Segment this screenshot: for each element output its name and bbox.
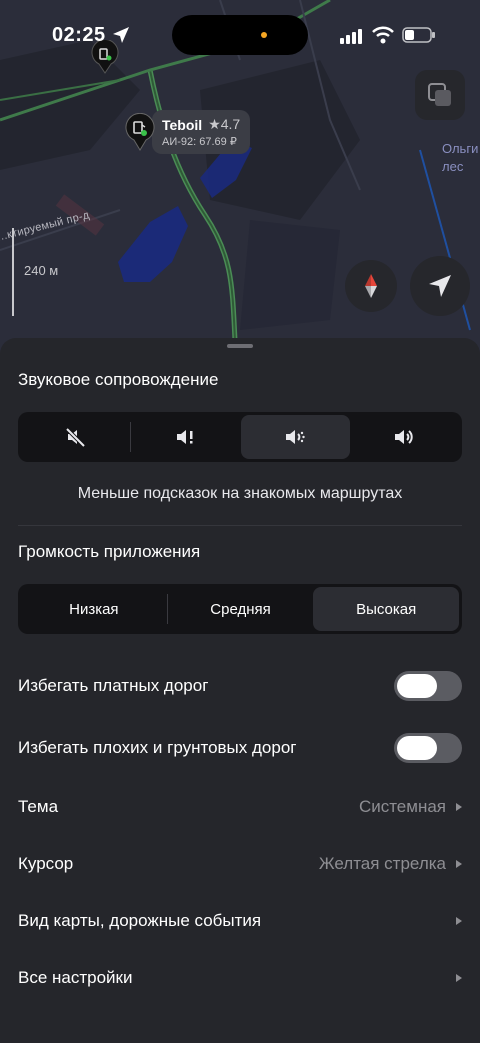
sound-reduced-option[interactable]	[240, 415, 350, 459]
sound-mode-hint: Меньше подсказок на знакомых маршрутах	[77, 485, 403, 502]
signal-icon	[340, 29, 362, 44]
compass-icon	[365, 274, 377, 298]
scale-label: 240 м	[24, 263, 59, 278]
place-label: Ольги лес	[442, 140, 478, 176]
sound-mode-segmented-control	[18, 412, 462, 462]
all-settings-row[interactable]: Все настройки	[18, 958, 462, 998]
dynamic-island	[172, 15, 308, 55]
sound-full-option[interactable]	[350, 415, 459, 459]
poi-card[interactable]: Teboil ★4.7 АИ-92: 67.69 ₽	[124, 110, 251, 154]
poi-card-body: Teboil ★4.7 АИ-92: 67.69 ₽	[152, 110, 251, 154]
avoid-bad-roads-toggle[interactable]	[394, 733, 462, 763]
volume-low-option[interactable]: Низкая	[21, 587, 167, 631]
scale-bar	[12, 228, 14, 316]
sound-reduced-icon	[286, 430, 305, 444]
cursor-value: Желтая стрелка	[318, 854, 446, 873]
status-time: 02:25	[52, 24, 106, 46]
gas-station-icon	[124, 112, 156, 151]
place-label-line1: Ольги	[442, 141, 479, 156]
volume-medium-option[interactable]: Средняя	[168, 587, 314, 631]
sound-off-icon	[65, 427, 86, 448]
status-bar: 02:25	[0, 0, 480, 70]
sound-important-icon	[176, 430, 193, 444]
poi-name: Teboil	[162, 116, 203, 133]
layers-button[interactable]	[415, 70, 465, 120]
chevron-right-icon	[456, 860, 462, 868]
volume-segmented-control: Низкая Средняя Высокая	[18, 584, 462, 634]
sound-important-option[interactable]	[131, 415, 240, 459]
volume-high-option[interactable]: Высокая	[313, 587, 460, 631]
battery-icon	[402, 27, 435, 43]
theme-label: Тема	[18, 797, 59, 816]
settings-sheet: Звуковое сопровождение Меньше подсказок …	[0, 338, 480, 1043]
theme-row[interactable]: Тема Системная	[18, 787, 462, 827]
cursor-label: Курсор	[18, 854, 74, 873]
sound-off-option[interactable]	[21, 415, 130, 459]
wifi-icon	[372, 26, 394, 44]
poi-price: АИ-92: 67.69 ₽	[162, 136, 237, 148]
location-arrow-icon	[113, 27, 129, 43]
avoid-toll-roads-toggle[interactable]	[394, 671, 462, 701]
toggle-knob	[397, 674, 437, 698]
compass-button[interactable]	[345, 260, 397, 312]
navigation-arrow-icon	[429, 275, 451, 297]
chevron-right-icon	[456, 917, 462, 925]
avoid-bad-roads-row: Избегать плохих и грунтовых дорог	[18, 728, 462, 768]
sheet-grabber[interactable]	[227, 344, 253, 348]
sound-title: Звуковое сопровождение	[18, 370, 219, 389]
chevron-right-icon	[456, 974, 462, 982]
separator	[18, 525, 462, 526]
avoid-toll-roads-label: Избегать платных дорог	[18, 676, 209, 695]
all-settings-label: Все настройки	[18, 968, 133, 987]
toggle-knob	[397, 736, 437, 760]
poi-rating: ★4.7	[208, 116, 241, 132]
volume-title: Громкость приложения	[18, 542, 201, 561]
cursor-row[interactable]: Курсор Желтая стрелка	[18, 844, 462, 884]
layers-icon	[428, 83, 451, 106]
chevron-right-icon	[456, 803, 462, 811]
locate-me-button[interactable]	[410, 256, 470, 316]
map-view-label: Вид карты, дорожные события	[18, 911, 262, 930]
map-view-row[interactable]: Вид карты, дорожные события	[18, 901, 462, 941]
sound-full-icon	[395, 430, 414, 444]
avoid-bad-roads-label: Избегать плохих и грунтовых дорог	[18, 738, 297, 757]
avoid-toll-roads-row: Избегать платных дорог	[18, 666, 462, 706]
place-label-line2: лес	[442, 159, 464, 174]
privacy-indicator-dot	[261, 32, 267, 38]
theme-value: Системная	[358, 797, 446, 816]
